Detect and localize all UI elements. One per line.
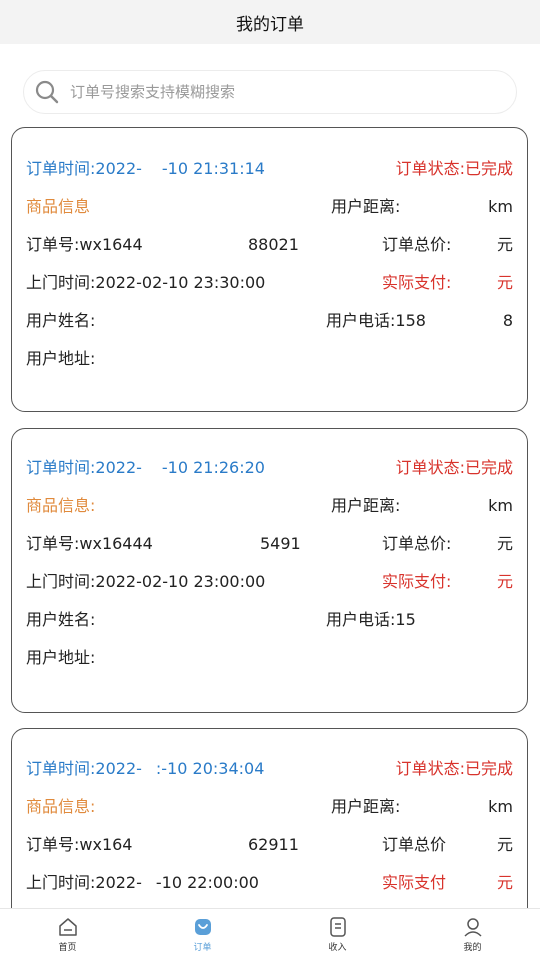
paid-value: 元 bbox=[496, 273, 513, 292]
visit-time-row: 上门时间:2022- -10 22:00:00 实际支付 元 bbox=[26, 870, 513, 896]
goods-row: 商品信息: 用户距离: km bbox=[26, 794, 513, 820]
order-time-row: 订单时间:2022- -10 21:26:20 订单状态:已完成 bbox=[26, 455, 513, 481]
order-number: 订单号:wx164 bbox=[26, 835, 133, 854]
order-number-tail: 5491 bbox=[260, 534, 301, 553]
total-value: 元 bbox=[496, 235, 513, 254]
order-time-label: 订单时间: bbox=[26, 759, 96, 778]
income-icon bbox=[329, 917, 346, 937]
user-phone: 用户电话:158 bbox=[326, 311, 426, 330]
tab-orders-label: 订单 bbox=[193, 943, 212, 953]
search-icon bbox=[35, 80, 59, 104]
user-phone-tail: 8 bbox=[502, 311, 513, 330]
order-number-row: 订单号:wx164 62911 订单总价 元 bbox=[26, 832, 513, 858]
goods-label: 商品信息: bbox=[26, 496, 96, 515]
order-number: 订单号:wx1644 bbox=[26, 235, 143, 254]
order-number-row: 订单号:wx1644 88021 订单总价: 元 bbox=[26, 232, 513, 258]
distance-unit: km bbox=[488, 496, 513, 515]
total-label: 订单总价: bbox=[382, 235, 452, 254]
tab-profile-label: 我的 bbox=[463, 943, 482, 953]
visit-time: 上门时间:2022- bbox=[26, 873, 142, 892]
goods-label: 商品信息: bbox=[26, 797, 96, 816]
order-time-label: 订单时间: bbox=[26, 458, 96, 477]
tab-orders[interactable]: 订单 bbox=[135, 909, 270, 960]
tab-income-label: 收入 bbox=[328, 943, 347, 953]
order-time-value: 2022- bbox=[95, 759, 142, 778]
order-number-tail: 88021 bbox=[248, 235, 299, 254]
paid-label: 实际支付 bbox=[382, 873, 447, 892]
search-input[interactable] bbox=[70, 83, 490, 101]
user-row: 用户姓名: 用户电话:15 bbox=[26, 607, 513, 633]
order-time-value-2: -10 21:31:14 bbox=[161, 159, 265, 178]
visit-time-row: 上门时间:2022-02-10 23:00:00 实际支付: 元 bbox=[26, 569, 513, 595]
total-value: 元 bbox=[496, 534, 513, 553]
order-time-value-2: :-10 20:34:04 bbox=[155, 759, 265, 778]
order-time-label: 订单时间: bbox=[26, 159, 96, 178]
goods-row: 商品信息 用户距离: km bbox=[26, 194, 513, 220]
address-row: 用户地址: bbox=[26, 346, 513, 372]
top-bar: 我的订单 bbox=[0, 0, 540, 44]
visit-time-row: 上门时间:2022-02-10 23:30:00 实际支付: 元 bbox=[26, 270, 513, 296]
goods-label: 商品信息 bbox=[26, 197, 91, 216]
distance-label: 用户距离: bbox=[331, 797, 401, 816]
order-number-row: 订单号:wx16444 5491 订单总价: 元 bbox=[26, 531, 513, 557]
total-label: 订单总价 bbox=[382, 835, 447, 854]
visit-time-2: -10 22:00:00 bbox=[155, 873, 259, 892]
order-status: 订单状态:已完成 bbox=[395, 458, 513, 477]
user-row: 用户姓名: 用户电话:158 8 bbox=[26, 308, 513, 334]
user-name-label: 用户姓名: bbox=[26, 610, 96, 629]
paid-value: 元 bbox=[496, 572, 513, 591]
total-label: 订单总价: bbox=[382, 534, 452, 553]
bottom-tab-bar: 首页 订单 收入 我的 bbox=[0, 908, 540, 960]
tab-profile[interactable]: 我的 bbox=[405, 909, 540, 960]
user-address-label: 用户地址: bbox=[26, 648, 96, 667]
search-bar[interactable] bbox=[23, 70, 517, 114]
order-time-value: 2022- bbox=[95, 159, 142, 178]
order-time-value-2: -10 21:26:20 bbox=[161, 458, 265, 477]
distance-unit: km bbox=[488, 197, 513, 216]
page-title: 我的订单 bbox=[236, 14, 304, 35]
order-time-row: 订单时间:2022- :-10 20:34:04 订单状态:已完成 bbox=[26, 756, 513, 782]
profile-icon bbox=[463, 918, 482, 937]
order-number: 订单号:wx16444 bbox=[26, 534, 153, 553]
address-row: 用户地址: bbox=[26, 645, 513, 671]
tab-income[interactable]: 收入 bbox=[270, 909, 405, 960]
user-address-label: 用户地址: bbox=[26, 349, 96, 368]
visit-time: 上门时间:2022-02-10 23:00:00 bbox=[26, 572, 266, 591]
order-status: 订单状态:已完成 bbox=[395, 159, 513, 178]
order-time-value: 2022- bbox=[95, 458, 142, 477]
distance-unit: km bbox=[488, 797, 513, 816]
order-card[interactable]: 订单时间:2022- -10 21:26:20 订单状态:已完成 商品信息: 用户… bbox=[11, 428, 528, 713]
paid-value: 元 bbox=[496, 873, 513, 892]
distance-label: 用户距离: bbox=[331, 197, 401, 216]
distance-label: 用户距离: bbox=[331, 496, 401, 515]
tab-home[interactable]: 首页 bbox=[0, 909, 135, 960]
visit-time: 上门时间:2022-02-10 23:30:00 bbox=[26, 273, 266, 292]
total-value: 元 bbox=[496, 835, 513, 854]
order-card[interactable]: 订单时间:2022- :-10 20:34:04 订单状态:已完成 商品信息: 用… bbox=[11, 728, 528, 928]
order-status: 订单状态:已完成 bbox=[395, 759, 513, 778]
user-phone: 用户电话:15 bbox=[326, 610, 416, 629]
paid-label: 实际支付: bbox=[382, 273, 452, 292]
order-icon bbox=[194, 919, 211, 935]
tab-home-label: 首页 bbox=[58, 943, 77, 953]
user-name-label: 用户姓名: bbox=[26, 311, 96, 330]
order-time-row: 订单时间:2022- -10 21:31:14 订单状态:已完成 bbox=[26, 156, 513, 182]
order-number-tail: 62911 bbox=[248, 835, 299, 854]
home-icon bbox=[58, 918, 77, 936]
paid-label: 实际支付: bbox=[382, 572, 452, 591]
goods-row: 商品信息: 用户距离: km bbox=[26, 493, 513, 519]
order-card[interactable]: 订单时间:2022- -10 21:31:14 订单状态:已完成 商品信息 用户距… bbox=[11, 127, 528, 412]
